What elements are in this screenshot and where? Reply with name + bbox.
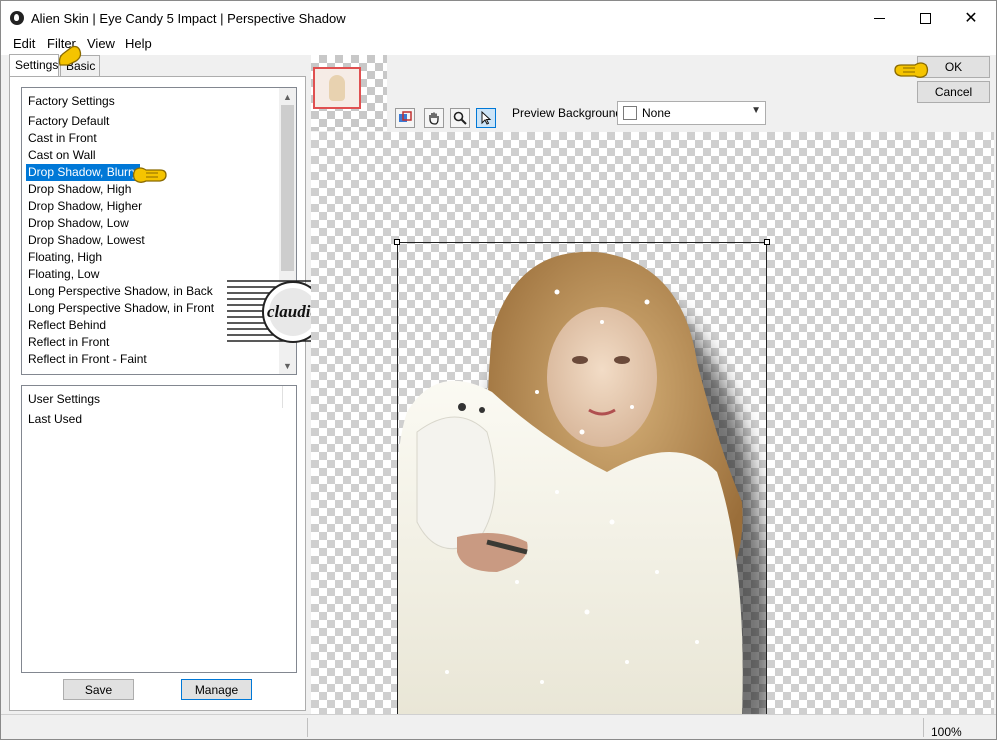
minimize-button[interactable] <box>856 1 902 35</box>
pointing-hand-icon <box>894 62 929 78</box>
list-item[interactable]: Drop Shadow, Lowest <box>26 232 216 249</box>
status-divider <box>923 718 924 737</box>
user-settings-items: Last Used <box>26 411 84 428</box>
close-button[interactable]: ✕ <box>948 1 994 35</box>
user-settings-header: User Settings <box>28 392 101 406</box>
minimize-icon <box>873 17 885 19</box>
pointing-hand-icon <box>132 167 167 183</box>
scroll-down-icon[interactable]: ▼ <box>279 357 296 374</box>
list-item[interactable]: Long Perspective Shadow, in Back <box>26 283 216 300</box>
chevron-down-icon: ▼ <box>751 105 761 116</box>
user-list-divider <box>282 386 283 408</box>
preview-toggle-icon <box>399 111 412 122</box>
status-divider <box>307 718 308 737</box>
list-item[interactable]: Reflect in Front <box>26 334 216 351</box>
hide-effect-tool[interactable] <box>395 108 415 128</box>
factory-settings-items: Factory Default Cast in Front Cast on Wa… <box>26 113 216 368</box>
list-item-row-selected: Drop Shadow, Blurry <box>26 164 216 181</box>
navigator-viewport-frame[interactable] <box>313 67 361 109</box>
preview-background-select[interactable]: None ▼ <box>617 101 766 125</box>
user-settings-list[interactable]: User Settings Last Used <box>21 385 297 673</box>
zoom-tool[interactable] <box>450 108 470 128</box>
save-button[interactable]: Save <box>63 679 134 700</box>
list-item[interactable]: Cast in Front <box>26 130 216 147</box>
hand-icon <box>429 112 439 125</box>
scroll-up-icon[interactable]: ▲ <box>279 88 296 105</box>
navigator-thumbnail[interactable] <box>311 55 387 131</box>
maximize-button[interactable] <box>902 1 948 35</box>
list-item[interactable]: Drop Shadow, High <box>26 181 216 198</box>
list-item[interactable]: Last Used <box>26 411 84 428</box>
eye-candy-window: Alien Skin | Eye Candy 5 Impact | Perspe… <box>0 0 997 740</box>
menu-help[interactable]: Help <box>125 36 152 51</box>
list-item-selected[interactable]: Drop Shadow, Blurry <box>26 164 141 181</box>
window-title: Alien Skin | Eye Candy 5 Impact | Perspe… <box>31 11 346 26</box>
list-item[interactable]: Long Perspective Shadow, in Front <box>26 300 216 317</box>
cancel-button[interactable]: Cancel <box>917 81 990 103</box>
thumbnail-figure <box>329 75 345 101</box>
preview-image <box>397 242 767 714</box>
manage-button[interactable]: Manage <box>181 679 252 700</box>
alien-skin-app-icon <box>10 11 24 25</box>
list-item[interactable]: Floating, Low <box>26 266 216 283</box>
bounds-handle-top-left[interactable] <box>394 239 400 245</box>
list-item[interactable]: Floating, High <box>26 249 216 266</box>
title-bar: Alien Skin | Eye Candy 5 Impact | Perspe… <box>1 1 996 35</box>
background-swatch <box>623 106 637 120</box>
list-item[interactable]: Cast on Wall <box>26 147 216 164</box>
list-item[interactable]: Drop Shadow, Higher <box>26 198 216 215</box>
arrow-cursor-icon <box>481 110 492 125</box>
select-tool[interactable] <box>476 108 496 128</box>
pointing-hand-icon <box>58 45 82 66</box>
magnifier-icon <box>453 111 467 125</box>
status-bar: 100% <box>1 714 996 739</box>
menu-bar: Edit Filter View Help <box>1 35 996 55</box>
scroll-thumb[interactable] <box>281 105 294 271</box>
tab-settings[interactable]: Settings <box>9 54 59 76</box>
menu-edit[interactable]: Edit <box>13 36 35 51</box>
maximize-icon <box>919 12 931 24</box>
preview-background-value: None <box>642 106 671 120</box>
photo-face <box>547 307 657 447</box>
menu-view[interactable]: View <box>87 36 115 51</box>
close-icon: ✕ <box>964 10 978 27</box>
list-item[interactable]: Reflect Behind <box>26 317 216 334</box>
factory-settings-header: Factory Settings <box>28 94 115 108</box>
pan-tool[interactable] <box>424 108 444 128</box>
list-item[interactable]: Reflect in Front - Faint <box>26 351 216 368</box>
list-item[interactable]: Factory Default <box>26 113 216 130</box>
preview-background-label: Preview Background: <box>512 106 626 120</box>
list-item[interactable]: Drop Shadow, Low <box>26 215 216 232</box>
zoom-level: 100% <box>931 725 962 739</box>
preview-canvas[interactable] <box>311 132 994 714</box>
bounds-handle-top-right[interactable] <box>764 239 770 245</box>
